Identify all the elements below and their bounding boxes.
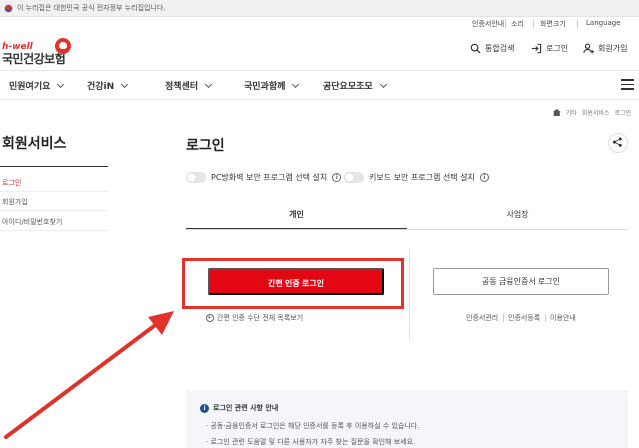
firewall-toggle-row: PC방화벽 보안 프로그램 선택 설치 i bbox=[186, 172, 342, 183]
info-icon[interactable]: i bbox=[479, 173, 489, 182]
chevron-down-icon bbox=[121, 80, 129, 88]
cert-manage-link[interactable]: 인증서관리 bbox=[466, 313, 498, 323]
section-divider bbox=[409, 248, 410, 340]
util-font-size[interactable]: 화면크기 bbox=[540, 19, 566, 29]
notice-title-label: 로그인 관련 사항 안내 bbox=[213, 404, 279, 412]
chevron-down-icon bbox=[379, 80, 387, 88]
search-link[interactable]: 통합검색 bbox=[470, 43, 514, 54]
gnb-item-about[interactable]: 공단요모조모 bbox=[323, 79, 387, 92]
util-language[interactable]: Language bbox=[586, 19, 621, 27]
sidebar-item-find-id-password[interactable]: 아이디/비밀번호찾기 bbox=[2, 217, 62, 227]
tab-individual[interactable]: 개인 bbox=[186, 202, 407, 230]
join-link[interactable]: 회원가입 bbox=[583, 43, 627, 54]
hamburger-menu-icon[interactable] bbox=[621, 79, 634, 90]
cert-link-separator bbox=[503, 314, 504, 322]
search-icon bbox=[470, 43, 481, 54]
gnb-item-policy[interactable]: 정책센터 bbox=[165, 79, 213, 92]
sidebar-divider bbox=[0, 210, 108, 211]
simple-auth-methods-label: 간편 인증 수단 전체 목록보기 bbox=[217, 314, 304, 322]
sidebar-divider bbox=[0, 230, 108, 231]
page-title: 로그인 bbox=[186, 138, 225, 154]
home-icon[interactable] bbox=[552, 109, 561, 116]
notice-line-text: 공동·금융인증서 로그인은 해당 인증서를 등록 후 이용하실 수 있습니다. bbox=[210, 422, 420, 430]
share-button[interactable] bbox=[608, 133, 628, 153]
firewall-toggle[interactable] bbox=[186, 172, 206, 183]
chevron-down-icon bbox=[292, 80, 300, 88]
share-icon bbox=[612, 137, 622, 147]
breadcrumb-item[interactable]: 로그인 bbox=[614, 108, 631, 117]
notice-line: · 로그인 관련 도움말 및 다른 사용자가 자주 찾는 질문을 확인해 보세요… bbox=[206, 438, 416, 446]
notice-line: · 공동·금융인증서 로그인은 해당 인증서를 등록 후 이용하실 수 있습니다… bbox=[206, 422, 420, 430]
gnb-item-label: 국민과함께 bbox=[244, 82, 286, 92]
breadcrumb-item[interactable]: 기타 bbox=[566, 108, 577, 117]
taegeuk-flag-icon bbox=[4, 4, 13, 13]
logo-kr-text: 국민건강보험 bbox=[2, 52, 66, 66]
main-navigation: 민원여기요 건강iN 정책센터 국민과함께 공단요모조모 bbox=[0, 70, 639, 100]
sidebar-divider bbox=[0, 191, 108, 192]
simple-auth-methods-link[interactable]: 간편 인증 수단 전체 목록보기 bbox=[206, 313, 303, 323]
info-icon: i bbox=[200, 403, 209, 413]
keyboard-security-toggle[interactable] bbox=[344, 172, 364, 183]
login-icon bbox=[531, 43, 542, 54]
util-sound[interactable]: 소리 bbox=[511, 19, 524, 29]
gnb-item-health-in[interactable]: 건강iN bbox=[87, 79, 129, 92]
user-add-icon bbox=[583, 43, 594, 54]
sidebar-divider bbox=[0, 166, 108, 167]
gnb-item-label: 공단요모조모 bbox=[323, 82, 373, 92]
login-link[interactable]: 로그인 bbox=[531, 43, 568, 54]
gnb-item-civil[interactable]: 민원여기요 bbox=[9, 79, 65, 92]
tab-business[interactable]: 사업장 bbox=[407, 202, 628, 230]
annotation-highlight-box bbox=[182, 258, 404, 309]
chevron-down-icon bbox=[57, 80, 65, 88]
breadcrumb: 기타 회원서비스 로그인 bbox=[552, 108, 631, 117]
heart-logo-icon bbox=[55, 38, 71, 54]
util-separator bbox=[533, 19, 534, 28]
gov-banner-text: 이 누리집은 대한민국 공식 전자정부 누리집입니다. bbox=[17, 4, 166, 12]
breadcrumb-item[interactable]: 회원서비스 bbox=[582, 108, 610, 117]
joint-financial-cert-login-button[interactable]: 공동 금융인증서 로그인 bbox=[433, 268, 609, 295]
chevron-down-icon bbox=[205, 80, 213, 88]
gov-banner: 이 누리집은 대한민국 공식 전자정부 누리집입니다. bbox=[0, 0, 639, 17]
cert-register-link[interactable]: 인증서등록 bbox=[508, 313, 540, 323]
keyboard-security-toggle-label: 키보드 보안 프로그램 선택 설치 bbox=[369, 173, 475, 182]
sidebar-item-login[interactable]: 로그인 bbox=[2, 178, 21, 188]
sidebar-item-join[interactable]: 회원가입 bbox=[2, 197, 28, 207]
gnb-item-label: 건강iN bbox=[87, 82, 115, 92]
info-icon[interactable]: i bbox=[332, 173, 342, 182]
keyboard-security-toggle-row: 키보드 보안 프로그램 선택 설치 i bbox=[344, 172, 489, 183]
join-link-label: 회원가입 bbox=[598, 44, 628, 53]
firewall-toggle-label: PC방화벽 보안 프로그램 선택 설치 bbox=[211, 173, 328, 182]
util-cert-guide[interactable]: 인증서안내 bbox=[472, 19, 504, 29]
notice-line-text: 로그인 관련 도움말 및 다른 사용자가 자주 찾는 질문을 확인해 보세요. bbox=[210, 438, 416, 446]
cert-guide-link[interactable]: 이용안내 bbox=[550, 313, 576, 323]
notice-title: i 로그인 관련 사항 안내 bbox=[200, 403, 278, 413]
gnb-item-with-people[interactable]: 국민과함께 bbox=[244, 79, 300, 92]
login-link-label: 로그인 bbox=[546, 44, 569, 53]
gnb-item-label: 민원여기요 bbox=[9, 82, 51, 92]
cert-link-separator bbox=[545, 314, 546, 322]
tab-baseline bbox=[186, 229, 628, 230]
circle-plus-icon bbox=[206, 314, 214, 322]
gnb-item-label: 정책센터 bbox=[165, 82, 199, 92]
sidebar-title: 회원서비스 bbox=[2, 136, 67, 152]
search-link-label: 통합검색 bbox=[485, 44, 515, 53]
util-separator bbox=[577, 19, 578, 28]
util-separator bbox=[505, 19, 506, 28]
